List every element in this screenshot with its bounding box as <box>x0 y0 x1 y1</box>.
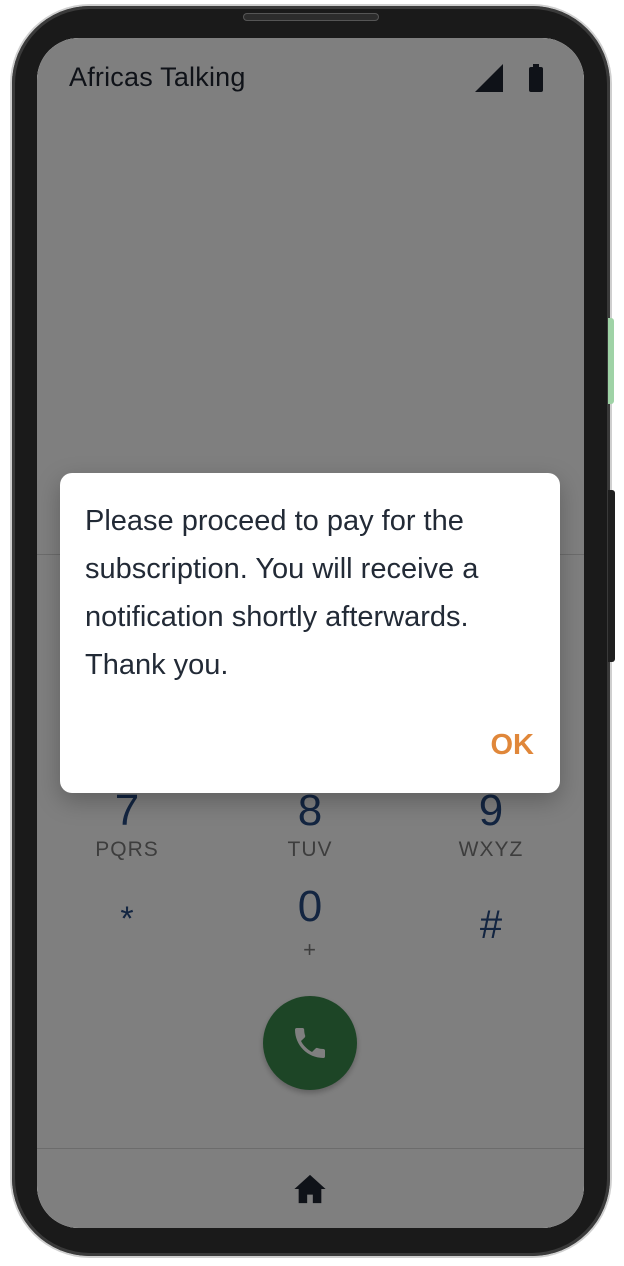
side-accent <box>608 318 614 404</box>
power-button <box>608 490 615 662</box>
speaker-grille <box>243 13 379 21</box>
alert-dialog: Please proceed to pay for the subscripti… <box>60 473 560 793</box>
dialog-message: Please proceed to pay for the subscripti… <box>85 505 479 681</box>
ok-button[interactable]: OK <box>489 725 537 766</box>
phone-screen: Africas Talking 7 PQRS 8 TUV 9 WXYZ * 0 … <box>37 38 584 1228</box>
